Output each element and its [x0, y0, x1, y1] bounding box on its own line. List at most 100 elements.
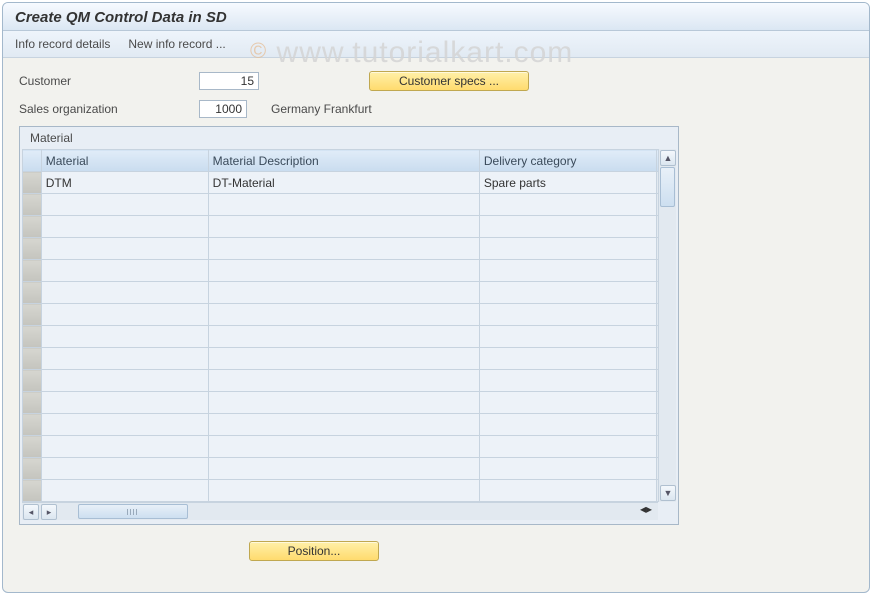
cell-description[interactable] [208, 304, 479, 326]
table-row[interactable] [23, 392, 676, 414]
cell-material[interactable] [41, 238, 208, 260]
cell-description[interactable] [208, 238, 479, 260]
cell-delivery-category[interactable] [479, 436, 656, 458]
customer-specs-button[interactable]: Customer specs ... [369, 71, 529, 91]
cell-description[interactable] [208, 260, 479, 282]
cell-material[interactable] [41, 480, 208, 502]
column-header-material[interactable]: Material [41, 150, 208, 172]
cell-material[interactable] [41, 392, 208, 414]
select-all-handle[interactable] [23, 150, 42, 172]
cell-delivery-category[interactable] [479, 348, 656, 370]
cell-description[interactable] [208, 458, 479, 480]
table-row[interactable] [23, 260, 676, 282]
row-selector[interactable] [23, 326, 42, 348]
table-row[interactable] [23, 414, 676, 436]
horizontal-scrollbar[interactable]: ◂ ▸ [22, 502, 658, 520]
table-row[interactable] [23, 436, 676, 458]
row-selector[interactable] [23, 370, 42, 392]
column-header-delivery-category[interactable]: Delivery category [479, 150, 656, 172]
cell-material[interactable] [41, 194, 208, 216]
cell-delivery-category[interactable] [479, 304, 656, 326]
position-button[interactable]: Position... [249, 541, 379, 561]
cell-material[interactable] [41, 216, 208, 238]
row-selector[interactable] [23, 392, 42, 414]
cell-description[interactable] [208, 326, 479, 348]
row-selector[interactable] [23, 304, 42, 326]
row-selector[interactable] [23, 194, 42, 216]
cell-delivery-category[interactable]: Spare parts [479, 172, 656, 194]
cell-material[interactable] [41, 260, 208, 282]
cell-description[interactable] [208, 282, 479, 304]
scroll-left-icon[interactable]: ▸ [41, 504, 57, 520]
table-row[interactable] [23, 458, 676, 480]
cell-material[interactable] [41, 436, 208, 458]
table-row[interactable] [23, 304, 676, 326]
row-selector[interactable] [23, 436, 42, 458]
table-row[interactable] [23, 216, 676, 238]
row-selector[interactable] [23, 260, 42, 282]
content-area: Customer Customer specs ... Sales organi… [3, 58, 869, 561]
cell-delivery-category[interactable] [479, 260, 656, 282]
table-row[interactable] [23, 326, 676, 348]
cell-material[interactable] [41, 414, 208, 436]
row-selector[interactable] [23, 216, 42, 238]
sales-organization-input[interactable] [199, 100, 247, 118]
cell-description[interactable] [208, 414, 479, 436]
cell-description[interactable] [208, 370, 479, 392]
row-selector[interactable] [23, 458, 42, 480]
sales-organization-text: Germany Frankfurt [271, 102, 372, 116]
cell-description[interactable] [208, 436, 479, 458]
material-table: Material Material Description Delivery c… [22, 149, 676, 502]
scroll-left-start-icon[interactable]: ◂ [23, 504, 39, 520]
cell-material[interactable] [41, 282, 208, 304]
scroll-right-end-icon[interactable]: ▸ [646, 502, 652, 520]
table-header-row: Material Material Description Delivery c… [23, 150, 676, 172]
table-row[interactable] [23, 238, 676, 260]
scroll-up-icon[interactable]: ▲ [660, 150, 676, 166]
row-selector[interactable] [23, 172, 42, 194]
row-selector[interactable] [23, 282, 42, 304]
cell-delivery-category[interactable] [479, 414, 656, 436]
horizontal-scroll-thumb[interactable] [78, 504, 188, 519]
cell-description[interactable] [208, 392, 479, 414]
cell-delivery-category[interactable] [479, 370, 656, 392]
cell-description[interactable]: DT-Material [208, 172, 479, 194]
info-record-details-button[interactable]: Info record details [15, 37, 110, 51]
table-row[interactable] [23, 480, 676, 502]
row-selector[interactable] [23, 238, 42, 260]
customer-input[interactable] [199, 72, 259, 90]
row-selector[interactable] [23, 414, 42, 436]
cell-delivery-category[interactable] [479, 458, 656, 480]
cell-delivery-category[interactable] [479, 216, 656, 238]
table-row[interactable]: DTMDT-MaterialSpare parts [23, 172, 676, 194]
new-info-record-button[interactable]: New info record ... [128, 37, 225, 51]
row-selector[interactable] [23, 480, 42, 502]
table-row[interactable] [23, 194, 676, 216]
cell-material[interactable] [41, 458, 208, 480]
cell-delivery-category[interactable] [479, 282, 656, 304]
cell-delivery-category[interactable] [479, 480, 656, 502]
row-selector[interactable] [23, 348, 42, 370]
cell-material[interactable]: DTM [41, 172, 208, 194]
table-row[interactable] [23, 348, 676, 370]
application-toolbar: Info record details New info record ... [3, 31, 869, 58]
cell-delivery-category[interactable] [479, 392, 656, 414]
cell-material[interactable] [41, 348, 208, 370]
cell-material[interactable] [41, 326, 208, 348]
table-row[interactable] [23, 282, 676, 304]
table-row[interactable] [23, 370, 676, 392]
vertical-scroll-thumb[interactable] [660, 167, 675, 207]
cell-delivery-category[interactable] [479, 238, 656, 260]
cell-description[interactable] [208, 216, 479, 238]
cell-description[interactable] [208, 480, 479, 502]
cell-material[interactable] [41, 370, 208, 392]
cell-material[interactable] [41, 304, 208, 326]
cell-delivery-category[interactable] [479, 194, 656, 216]
scroll-down-icon[interactable]: ▼ [660, 485, 676, 501]
vertical-scrollbar[interactable]: ▲ ▼ [658, 149, 676, 502]
cell-delivery-category[interactable] [479, 326, 656, 348]
column-header-description[interactable]: Material Description [208, 150, 479, 172]
cell-description[interactable] [208, 194, 479, 216]
cell-description[interactable] [208, 348, 479, 370]
customer-label: Customer [19, 74, 199, 88]
